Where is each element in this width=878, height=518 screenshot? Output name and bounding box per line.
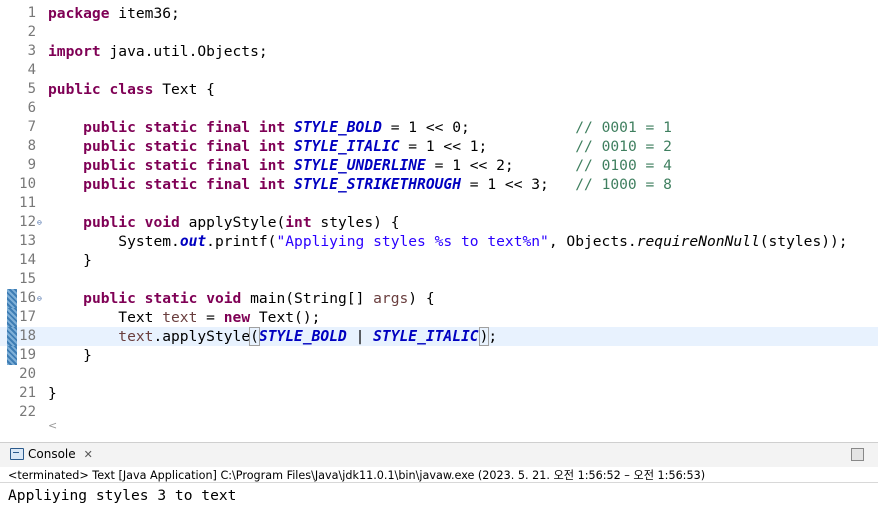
line-number: 11	[19, 195, 36, 211]
code-text: }	[48, 385, 57, 402]
code-line[interactable]: 16 ⊖ public static void main(String[] ar…	[0, 289, 878, 308]
line-number: 20	[19, 366, 36, 382]
line-number: 7	[27, 119, 36, 135]
current-code-line[interactable]: 18 text.applyStyle(STYLE_BOLD | STYLE_IT…	[0, 327, 878, 346]
code-line[interactable]: 4	[0, 61, 878, 80]
change-marker	[7, 327, 17, 346]
line-number: 13	[19, 233, 36, 249]
code-text: public class Text {	[48, 81, 215, 98]
code-line[interactable]: 15	[0, 270, 878, 289]
line-number: 4	[27, 62, 36, 78]
code-text: text.applyStyle(STYLE_BOLD | STYLE_ITALI…	[118, 327, 498, 346]
code-text: public static final int STYLE_ITALIC = 1…	[83, 138, 672, 155]
line-number: 21	[19, 385, 36, 401]
code-text: public static void main(String[] args) {	[83, 290, 435, 307]
line-number: 6	[27, 100, 36, 116]
console-icon	[10, 448, 24, 460]
code-editor[interactable]: 1 package item36; 2 3 import java.util.O…	[0, 0, 878, 438]
code-text: public static final int STYLE_STRIKETHRO…	[83, 176, 672, 193]
code-text: }	[83, 347, 92, 364]
code-line[interactable]: 20	[0, 365, 878, 384]
close-icon[interactable]: ✕	[84, 448, 93, 461]
line-number: 1	[27, 5, 36, 21]
line-number: 12	[19, 214, 36, 230]
fold-collapse-icon[interactable]: ⊖	[37, 213, 42, 232]
code-line[interactable]: 12 ⊖ public void applyStyle(int styles) …	[0, 213, 878, 232]
line-number: 10	[19, 176, 36, 192]
code-line[interactable]: 17 Text text = new Text();	[0, 308, 878, 327]
fold-collapse-icon[interactable]: ⊖	[37, 289, 42, 308]
line-number: 16	[19, 290, 36, 306]
console-status: <terminated> Text [Java Application] C:\…	[8, 469, 706, 482]
code-line[interactable]: 21 }	[0, 384, 878, 403]
code-text: Text text = new Text();	[118, 309, 321, 326]
line-number: 2	[27, 24, 36, 40]
code-line[interactable]: 7 public static final int STYLE_BOLD = 1…	[0, 118, 878, 137]
code-line[interactable]: 9 public static final int STYLE_UNDERLIN…	[0, 156, 878, 175]
line-number: 19	[19, 347, 36, 363]
code-text: System.out.printf("Appliying styles %s t…	[118, 233, 848, 250]
code-text: }	[83, 252, 92, 269]
line-number: 8	[27, 138, 36, 154]
console-tab-label: Console	[28, 447, 76, 461]
code-line[interactable]: 8 public static final int STYLE_ITALIC =…	[0, 137, 878, 156]
line-number: 18	[19, 328, 36, 344]
line-number: 15	[19, 271, 36, 287]
line-number: 9	[27, 157, 36, 173]
code-line[interactable]: 6	[0, 99, 878, 118]
code-line[interactable]: 2	[0, 23, 878, 42]
console-action-icon[interactable]	[851, 448, 864, 461]
code-line[interactable]: 5 public class Text {	[0, 80, 878, 99]
tab-console[interactable]: Console ✕	[10, 447, 93, 461]
change-marker	[7, 289, 17, 308]
line-number: 14	[19, 252, 36, 268]
console-output: Appliying styles 3 to text	[8, 487, 237, 504]
code-line[interactable]: 13 System.out.printf("Appliying styles %…	[0, 232, 878, 251]
line-number: 17	[19, 309, 36, 325]
code-text: public void applyStyle(int styles) {	[83, 214, 400, 231]
console-output-area[interactable]: Appliying styles 3 to text	[0, 482, 878, 518]
code-line[interactable]: 10 public static final int STYLE_STRIKET…	[0, 175, 878, 194]
console-view-header: Console ✕	[0, 442, 878, 467]
line-number: 3	[27, 43, 36, 59]
line-number: 5	[27, 81, 36, 97]
code-text: import java.util.Objects;	[48, 43, 268, 60]
code-line[interactable]: 11	[0, 194, 878, 213]
horizontal-scroll-left-icon[interactable]: <	[48, 419, 57, 432]
code-line[interactable]: 14 }	[0, 251, 878, 270]
code-line[interactable]: 1 package item36;	[0, 4, 878, 23]
code-line[interactable]: 3 import java.util.Objects;	[0, 42, 878, 61]
change-marker	[7, 308, 17, 327]
change-marker	[7, 346, 17, 365]
code-line[interactable]: 19 }	[0, 346, 878, 365]
code-line[interactable]: 22	[0, 403, 878, 422]
code-text: package item36;	[48, 5, 180, 22]
code-text: public static final int STYLE_BOLD = 1 <…	[83, 119, 672, 136]
line-number: 22	[19, 404, 36, 420]
matching-bracket: (	[249, 327, 260, 346]
code-text: public static final int STYLE_UNDERLINE …	[83, 157, 672, 174]
